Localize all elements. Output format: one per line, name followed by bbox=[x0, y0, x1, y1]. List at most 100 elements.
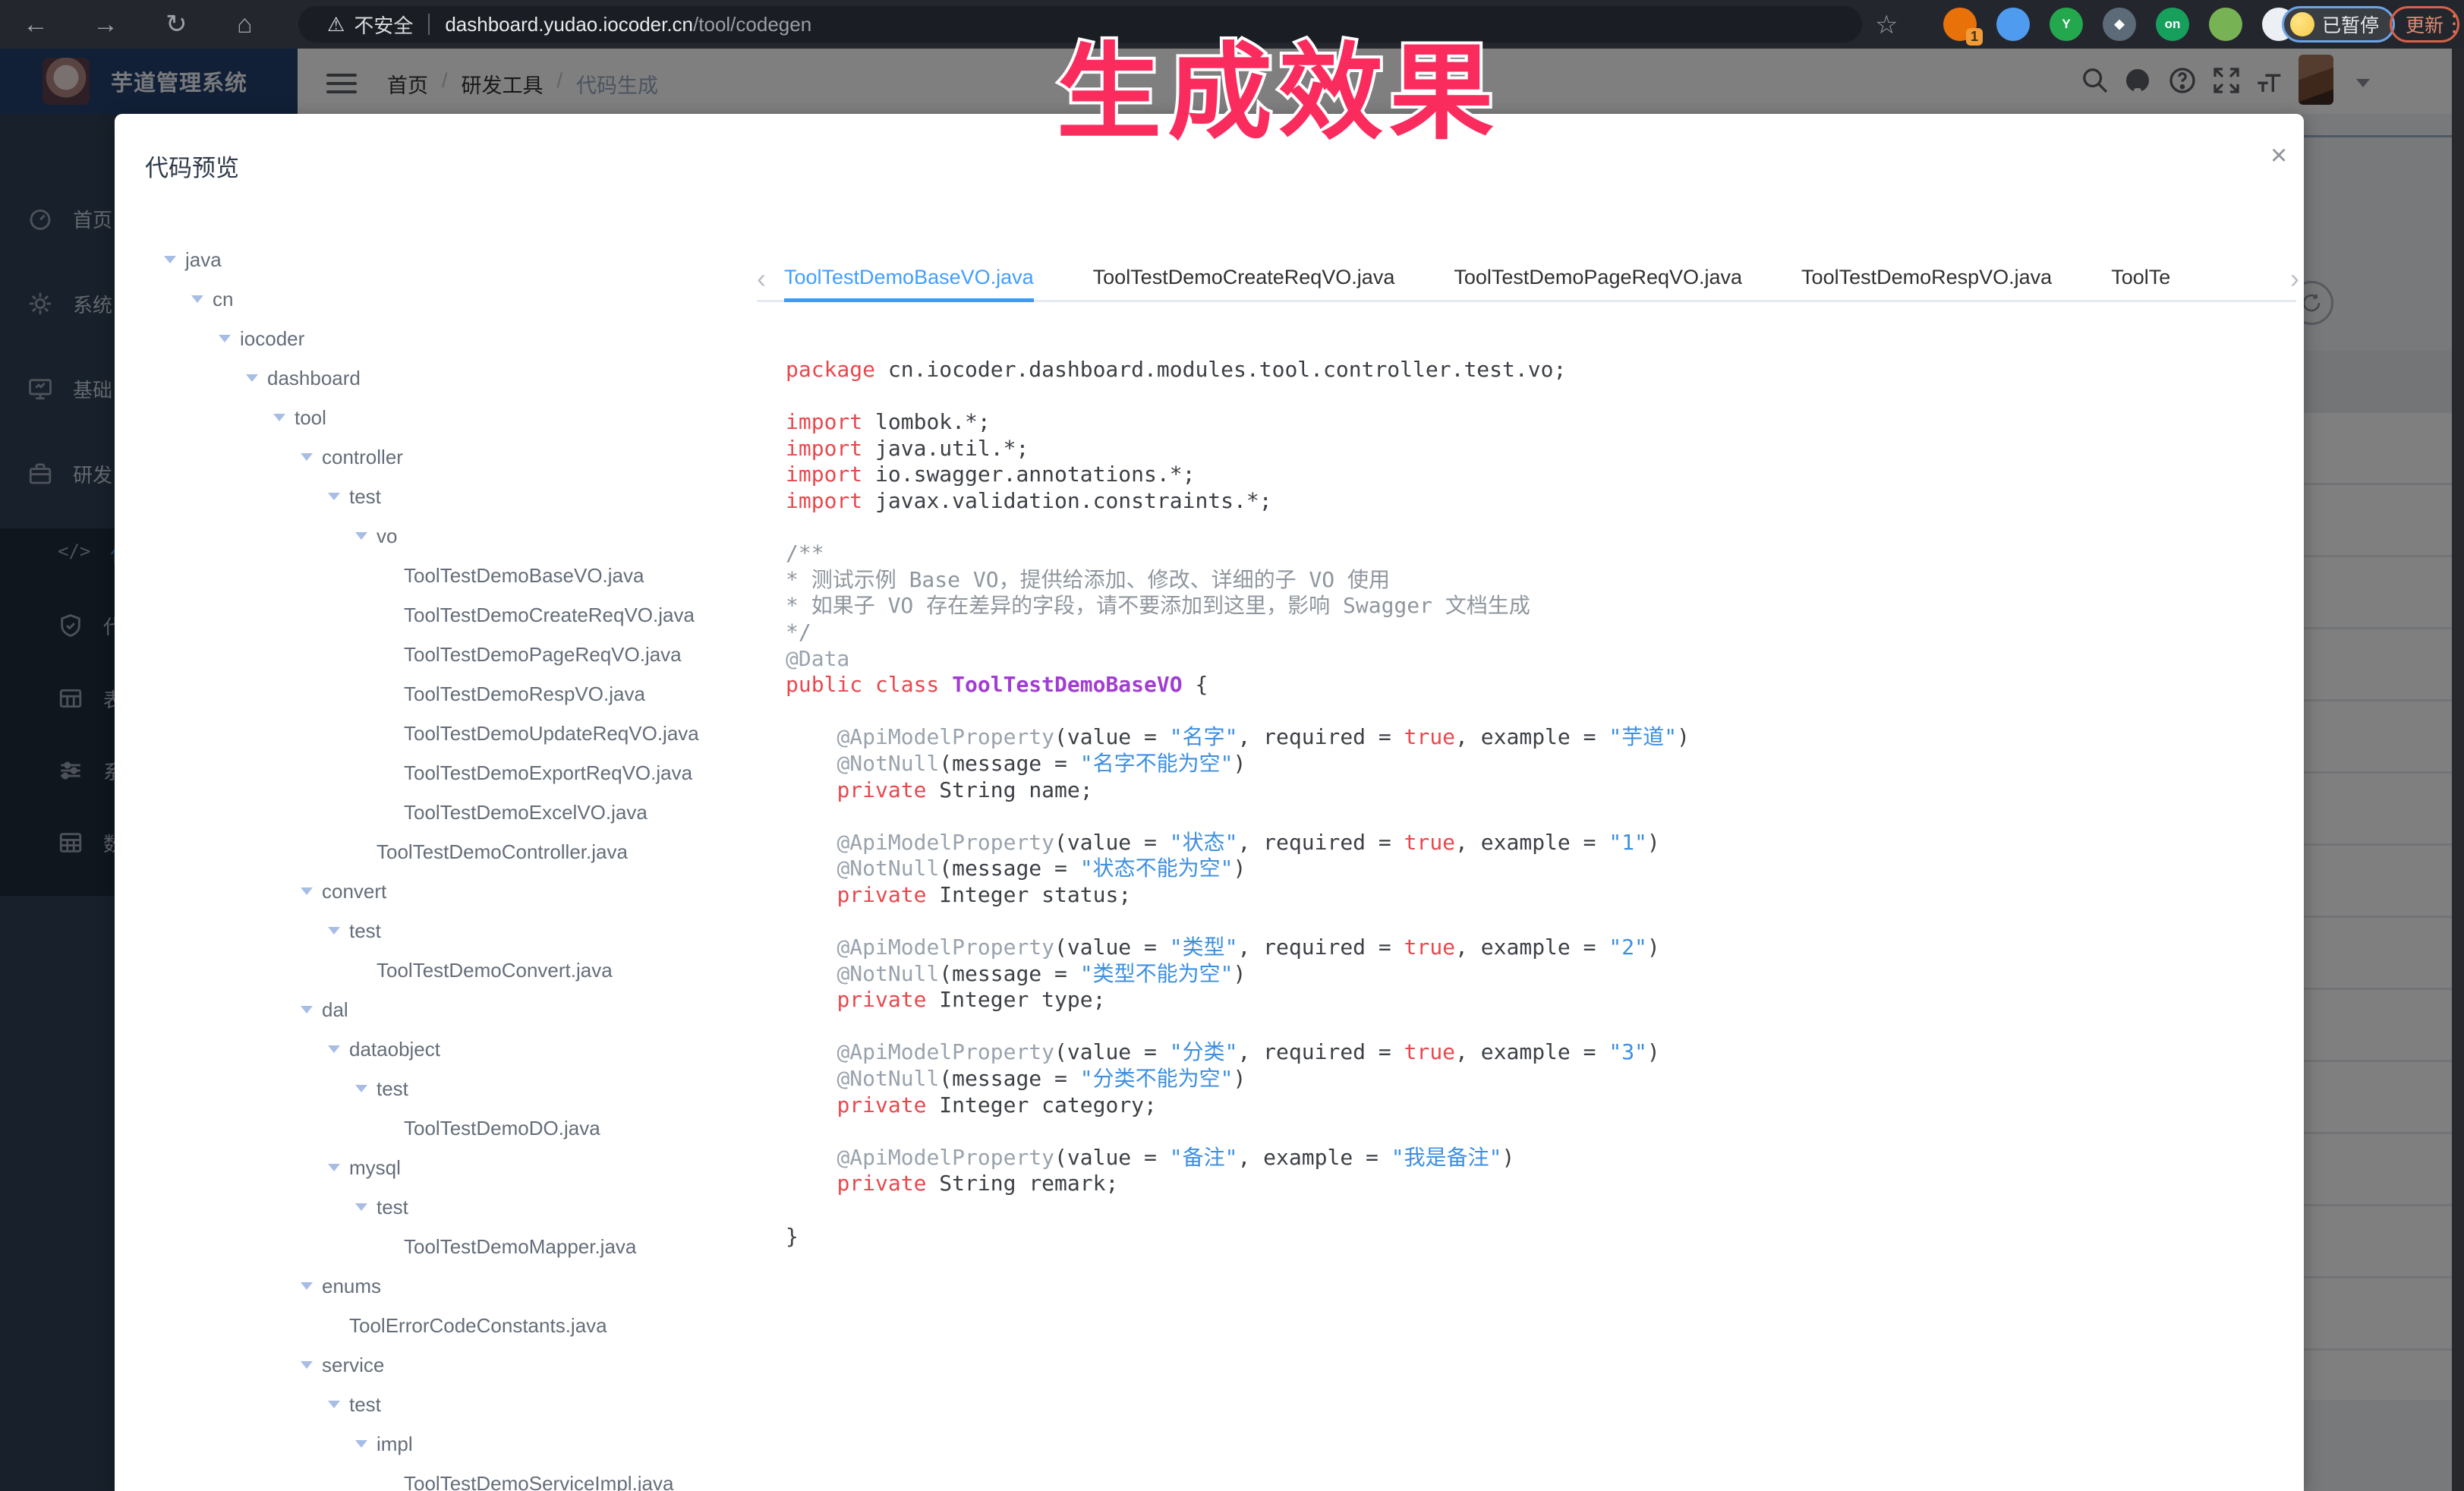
tree-node-label: test bbox=[349, 919, 381, 943]
tree-folder[interactable]: java bbox=[164, 246, 222, 273]
profile-chip[interactable]: 已暂停 bbox=[2282, 6, 2395, 43]
tree-node-label: ToolTestDemoUpdateReqVO.java bbox=[404, 722, 699, 746]
caret-down-icon[interactable] bbox=[219, 335, 231, 342]
tree-folder[interactable]: cn bbox=[191, 285, 233, 313]
annotation-text: 生成效果 bbox=[1057, 8, 1500, 159]
tree-folder[interactable]: dal bbox=[301, 996, 348, 1023]
tree-file[interactable]: ToolTestDemoRespVO.java bbox=[404, 680, 645, 708]
caret-down-icon[interactable] bbox=[328, 493, 340, 500]
tree-file[interactable]: ToolTestDemoExcelVO.java bbox=[404, 799, 648, 826]
tree-folder[interactable]: tool bbox=[273, 404, 326, 431]
tree-folder[interactable]: test bbox=[355, 1193, 408, 1221]
code-line: @ApiModelProperty(value = "类型", required… bbox=[786, 935, 2304, 961]
browser-reload-icon[interactable]: ↻ bbox=[165, 11, 187, 38]
caret-down-icon[interactable] bbox=[355, 532, 367, 540]
close-icon[interactable]: × bbox=[2270, 141, 2287, 170]
caret-down-icon[interactable] bbox=[301, 1282, 313, 1290]
url-path: /tool/codegen bbox=[693, 13, 811, 36]
code-line: import java.util.*; bbox=[786, 436, 2304, 462]
caret-down-icon[interactable] bbox=[301, 453, 313, 461]
tree-file[interactable]: ToolTestDemoCreateReqVO.java bbox=[404, 601, 695, 629]
tree-folder[interactable]: dataobject bbox=[328, 1036, 440, 1063]
tree-node-label: java bbox=[185, 248, 222, 272]
caret-down-icon[interactable] bbox=[355, 1440, 367, 1448]
tree-folder[interactable]: test bbox=[328, 1391, 381, 1418]
browser-home-icon[interactable]: ⌂ bbox=[237, 11, 253, 38]
caret-down-icon[interactable] bbox=[301, 1006, 313, 1013]
tree-file[interactable]: ToolTestDemoMapper.java bbox=[404, 1233, 636, 1260]
tree-node-label: dataobject bbox=[349, 1038, 440, 1061]
dialog-title: 代码预览 bbox=[145, 149, 239, 183]
tree-file[interactable]: ToolTestDemoBaseVO.java bbox=[404, 562, 644, 589]
tree-file[interactable]: ToolErrorCodeConstants.java bbox=[349, 1312, 607, 1339]
tree-file[interactable]: ToolTestDemoUpdateReqVO.java bbox=[404, 720, 699, 747]
url-divider bbox=[428, 14, 430, 35]
tree-folder[interactable]: controller bbox=[301, 443, 403, 471]
tree-folder[interactable]: impl bbox=[355, 1430, 413, 1458]
caret-down-icon[interactable] bbox=[328, 1401, 340, 1408]
tab-scroll-left-icon[interactable]: ‹ bbox=[757, 263, 766, 295]
profile-chip-label: 已暂停 bbox=[2322, 11, 2379, 38]
extension-green-y[interactable]: Y bbox=[2050, 8, 2083, 41]
tree-folder[interactable]: test bbox=[328, 917, 381, 944]
code-line: @Data bbox=[786, 646, 2304, 673]
caret-down-icon[interactable] bbox=[301, 1361, 313, 1369]
file-tab[interactable]: ToolTestDemoPageReqVO.java bbox=[1454, 258, 1742, 302]
tree-node-label: ToolTestDemoMapper.java bbox=[404, 1235, 636, 1259]
file-tab[interactable]: ToolTe bbox=[2111, 258, 2170, 302]
extension-orange-circle[interactable]: 1 bbox=[1943, 8, 1977, 41]
extension-on-switch[interactable]: on bbox=[2156, 8, 2189, 41]
tree-folder[interactable]: mysql bbox=[328, 1154, 401, 1181]
browser-menu-icon[interactable]: ⋮ bbox=[2443, 11, 2464, 37]
file-tab[interactable]: ToolTestDemoCreateReqVO.java bbox=[1093, 258, 1395, 302]
tree-folder[interactable]: vo bbox=[355, 522, 397, 550]
tree-folder[interactable]: enums bbox=[301, 1272, 381, 1300]
code-line: } bbox=[786, 1224, 2304, 1250]
caret-down-icon[interactable] bbox=[273, 414, 285, 421]
tree-folder[interactable]: dashboard bbox=[246, 364, 361, 392]
file-tab[interactable]: ToolTestDemoBaseVO.java bbox=[784, 258, 1034, 302]
caret-down-icon[interactable] bbox=[301, 887, 313, 895]
code-line: @NotNull(message = "状态不能为空") bbox=[786, 856, 2304, 882]
file-tab[interactable]: ToolTestDemoRespVO.java bbox=[1801, 258, 2052, 302]
tree-node-label: impl bbox=[377, 1433, 413, 1456]
extension-sprout[interactable] bbox=[2209, 8, 2242, 41]
extension-blue-pin[interactable] bbox=[1996, 8, 2030, 41]
caret-down-icon[interactable] bbox=[328, 1045, 340, 1053]
caret-down-icon[interactable] bbox=[355, 1203, 367, 1211]
caret-down-icon[interactable] bbox=[355, 1085, 367, 1092]
tree-node-label: convert bbox=[322, 880, 386, 903]
caret-down-icon[interactable] bbox=[246, 374, 258, 382]
caret-down-icon[interactable] bbox=[164, 256, 176, 263]
code-line: import lombok.*; bbox=[786, 409, 2304, 436]
browser-back-icon[interactable]: ← bbox=[23, 11, 49, 38]
code-line: private String remark; bbox=[786, 1171, 2304, 1197]
browser-forward-icon[interactable]: → bbox=[93, 11, 118, 38]
tree-folder[interactable]: test bbox=[328, 483, 381, 510]
code-line bbox=[786, 1013, 2304, 1040]
code-editor[interactable]: package cn.iocoder.dashboard.modules.too… bbox=[786, 357, 2304, 1250]
caret-down-icon[interactable] bbox=[328, 1164, 340, 1171]
browser-scrollbar[interactable] bbox=[2452, 49, 2464, 1491]
code-line bbox=[786, 1197, 2304, 1224]
caret-down-icon[interactable] bbox=[191, 295, 203, 303]
tree-folder[interactable]: service bbox=[301, 1351, 384, 1379]
tree-folder[interactable]: test bbox=[355, 1075, 408, 1102]
tree-file[interactable]: ToolTestDemoPageReqVO.java bbox=[404, 641, 682, 668]
tree-folder[interactable]: convert bbox=[301, 878, 386, 905]
bookmark-star-icon[interactable]: ☆ bbox=[1875, 10, 1898, 40]
tree-node-label: test bbox=[377, 1196, 408, 1219]
tree-folder[interactable]: iocoder bbox=[219, 325, 304, 352]
tree-node-label: ToolTestDemoServiceImpl.java bbox=[404, 1472, 673, 1491]
security-warning-icon[interactable]: ⚠ bbox=[327, 13, 345, 36]
tab-scroll-right-icon[interactable]: › bbox=[2290, 263, 2299, 295]
tree-file[interactable]: ToolTestDemoDO.java bbox=[404, 1114, 600, 1142]
tree-file[interactable]: ToolTestDemoExportReqVO.java bbox=[404, 759, 692, 786]
tree-node-label: service bbox=[322, 1354, 384, 1377]
tree-file[interactable]: ToolTestDemoConvert.java bbox=[377, 957, 613, 984]
tree-file[interactable]: ToolTestDemoServiceImpl.java bbox=[404, 1470, 673, 1491]
tree-file[interactable]: ToolTestDemoController.java bbox=[377, 838, 628, 865]
extension-gray-gem[interactable]: ◆ bbox=[2103, 8, 2136, 41]
caret-down-icon[interactable] bbox=[328, 927, 340, 935]
code-line: import io.swagger.annotations.*; bbox=[786, 462, 2304, 488]
